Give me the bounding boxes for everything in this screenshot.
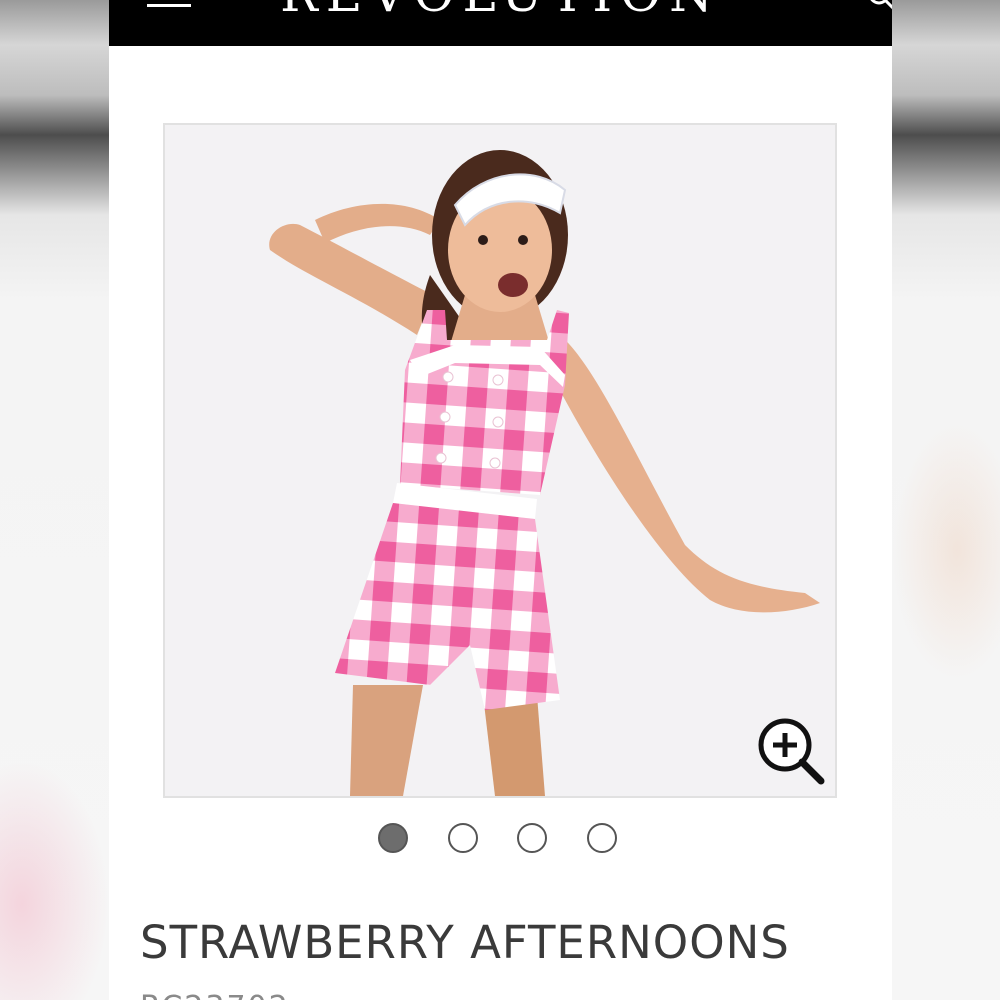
site-header: REVOLUTION <box>109 0 892 46</box>
zoom-in-icon[interactable] <box>757 717 827 787</box>
product-photo <box>165 125 835 796</box>
carousel-dot-3[interactable] <box>517 823 547 853</box>
blurred-backdrop-right <box>892 0 1000 1000</box>
carousel-dot-2[interactable] <box>448 823 478 853</box>
product-image-frame[interactable] <box>163 123 837 798</box>
blurred-backdrop-left <box>0 0 109 1000</box>
carousel-dot-1[interactable] <box>378 823 408 853</box>
brand-logo[interactable]: REVOLUTION <box>109 0 892 19</box>
product-sku: RC23702 <box>140 988 290 1000</box>
search-icon[interactable] <box>869 0 892 12</box>
carousel-dot-4[interactable] <box>587 823 617 853</box>
product-page: REVOLUTION <box>109 0 892 1000</box>
product-title: STRAWBERRY AFTERNOONS <box>140 916 790 969</box>
